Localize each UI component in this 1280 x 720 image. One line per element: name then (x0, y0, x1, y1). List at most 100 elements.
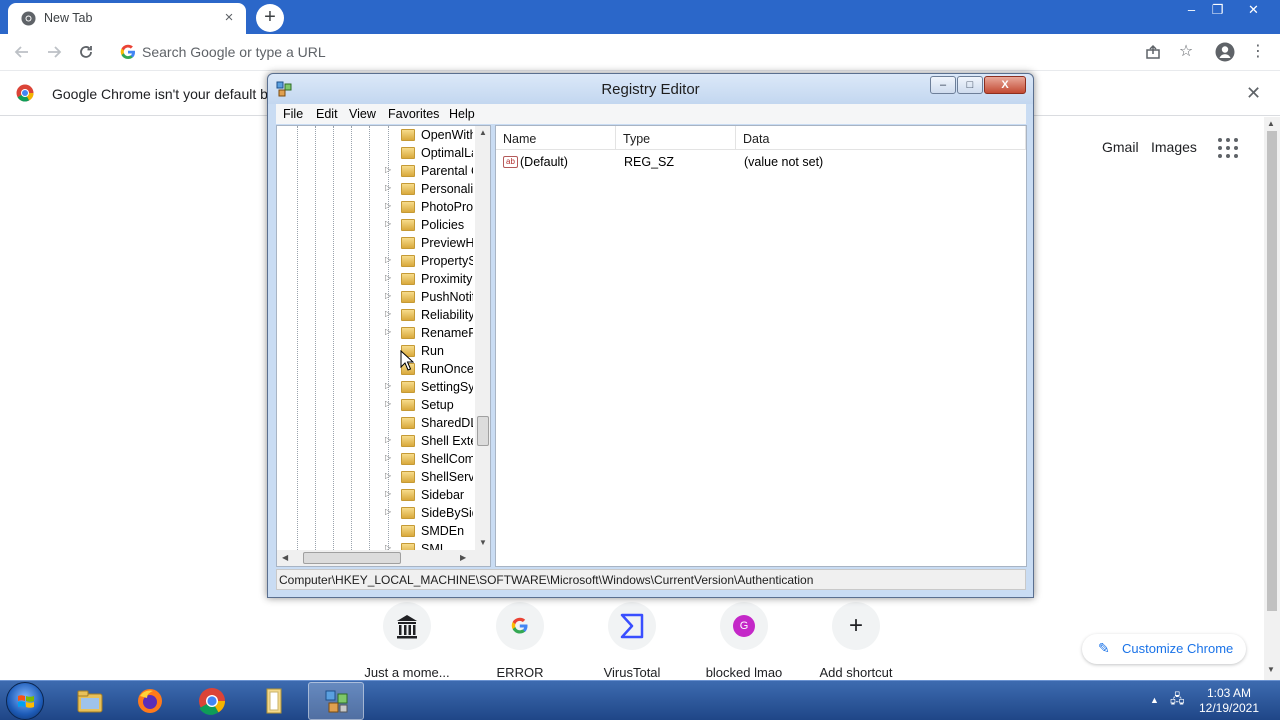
tab-close-icon[interactable]: × (221, 10, 237, 26)
tree-key-row[interactable]: OptimalLa (277, 144, 477, 162)
shortcut-error[interactable]: ERROR (464, 600, 576, 682)
back-button[interactable] (10, 40, 34, 64)
tree-key-row[interactable]: ▷ RenameFi (277, 324, 477, 342)
shortcut-blocked-lmao[interactable]: G blocked lmao (688, 600, 800, 682)
expand-arrow-icon[interactable]: ▷ (385, 183, 391, 192)
expand-arrow-icon[interactable]: ▷ (385, 507, 391, 516)
column-header-data[interactable]: Data (736, 126, 1026, 150)
tree-scroll-right-icon[interactable]: ▶ (460, 553, 466, 562)
omnibox[interactable]: Search Google or type a URL (110, 37, 1178, 67)
taskbar-firefox[interactable] (122, 682, 178, 720)
menu-help[interactable]: Help (449, 107, 475, 121)
page-scrollbar[interactable]: ▲ ▼ (1264, 117, 1280, 680)
reload-button[interactable] (74, 40, 98, 64)
tree-key-row[interactable]: ▷ PhotoProp (277, 198, 477, 216)
expand-arrow-icon[interactable]: ▷ (385, 201, 391, 210)
tree-scroll-left-icon[interactable]: ◀ (282, 553, 288, 562)
menu-favorites[interactable]: Favorites (388, 107, 439, 121)
tree-scroll-down-icon[interactable]: ▼ (479, 538, 487, 547)
expand-arrow-icon[interactable]: ▷ (385, 399, 391, 408)
shortcut-virustotal[interactable]: VirusTotal (576, 600, 688, 682)
chrome-menu-button[interactable]: ⋮ (1248, 42, 1268, 62)
shortcut-add[interactable]: + Add shortcut (800, 600, 912, 682)
tree-key-row[interactable]: ▷ Personaliz (277, 180, 477, 198)
column-header-name[interactable]: Name (496, 126, 616, 150)
page-scrollbar-thumb[interactable] (1267, 131, 1277, 611)
window-maximize-button[interactable]: ❐ (1204, 0, 1231, 20)
tree-key-row[interactable]: ▷ ShellServi (277, 468, 477, 486)
taskbar-registry-editor[interactable] (308, 682, 364, 720)
tree-key-row[interactable]: ▷ SideBySid (277, 504, 477, 522)
forward-button[interactable] (42, 40, 66, 64)
registry-values-list[interactable]: Name Type Data ab (Default) REG_SZ (valu… (495, 125, 1027, 567)
menu-view[interactable]: View (349, 107, 376, 121)
tree-key-row[interactable]: ▷ Reliability (277, 306, 477, 324)
google-apps-icon[interactable] (1218, 138, 1240, 160)
taskbar-file-explorer[interactable] (62, 682, 118, 720)
expand-arrow-icon[interactable]: ▷ (385, 471, 391, 480)
taskbar-folder[interactable] (246, 682, 302, 720)
tree-key-row[interactable]: SMDEn (277, 522, 477, 540)
bookmark-button[interactable]: ☆ (1176, 42, 1196, 62)
window-minimize-button[interactable]: – (1178, 0, 1205, 20)
scroll-up-arrow-icon[interactable]: ▲ (1267, 119, 1275, 128)
menu-file[interactable]: File (283, 107, 303, 121)
expand-arrow-icon[interactable]: ▷ (385, 273, 391, 282)
tab-new-tab[interactable]: New Tab × (8, 3, 246, 34)
tree-key-row[interactable]: OpenWith (277, 126, 477, 144)
tree-key-row[interactable]: ▷ PushNotif (277, 288, 477, 306)
scroll-down-arrow-icon[interactable]: ▼ (1267, 665, 1275, 674)
profile-button[interactable] (1215, 42, 1235, 62)
column-header-type[interactable]: Type (616, 126, 736, 150)
tree-key-row[interactable]: ▷ SettingSyr (277, 378, 477, 396)
tree-vertical-thumb[interactable] (477, 416, 489, 446)
regedit-maximize-button[interactable]: □ (957, 76, 983, 94)
tree-key-row[interactable]: RunOnce (277, 360, 477, 378)
tree-key-row[interactable]: PreviewHa (277, 234, 477, 252)
expand-arrow-icon[interactable]: ▷ (385, 255, 391, 264)
tray-overflow-arrow-icon[interactable]: ▲ (1150, 695, 1159, 705)
shortcut-just-a-moment[interactable]: Just a mome... (351, 600, 463, 682)
tree-horizontal-thumb[interactable] (303, 552, 401, 564)
menu-edit[interactable]: Edit (316, 107, 338, 121)
tree-key-row[interactable]: ▷ Parental C (277, 162, 477, 180)
share-button[interactable] (1143, 42, 1163, 62)
regedit-minimize-button[interactable]: – (930, 76, 956, 94)
taskbar-chrome[interactable] (184, 682, 240, 720)
tree-key-row[interactable]: ▷ PropertyS (277, 252, 477, 270)
expand-arrow-icon[interactable]: ▷ (385, 309, 391, 318)
tree-key-row[interactable]: ▷ Shell Exter (277, 432, 477, 450)
tree-key-row[interactable]: SharedDLI (277, 414, 477, 432)
expand-arrow-icon[interactable]: ▷ (385, 453, 391, 462)
expand-arrow-icon[interactable]: ▷ (385, 291, 391, 300)
customize-chrome-button[interactable]: ✎ Customize Chrome (1082, 634, 1246, 664)
start-button[interactable] (6, 682, 44, 720)
new-tab-button[interactable]: + (256, 4, 284, 32)
network-icon[interactable]: 🖧 (1170, 690, 1185, 712)
regedit-icon (325, 690, 348, 713)
infobar-close-icon[interactable]: ✕ (1246, 83, 1261, 104)
tree-key-row[interactable]: ▷ Proximity (277, 270, 477, 288)
tree-vertical-scrollbar[interactable]: ▲ ▼ (475, 126, 490, 550)
tree-scroll-up-icon[interactable]: ▲ (479, 128, 487, 137)
expand-arrow-icon[interactable]: ▷ (385, 219, 391, 228)
expand-arrow-icon[interactable]: ▷ (385, 435, 391, 444)
tree-horizontal-scrollbar[interactable]: ◀ ▶ (277, 550, 490, 566)
registry-editor-titlebar[interactable]: Registry Editor – □ X (268, 74, 1033, 104)
expand-arrow-icon[interactable]: ▷ (385, 165, 391, 174)
tree-key-row[interactable]: ▷ ShellCom (277, 450, 477, 468)
taskbar-clock[interactable]: 1:03 AM 12/19/2021 (1192, 686, 1266, 716)
window-close-button[interactable]: ✕ (1240, 0, 1267, 20)
expand-arrow-icon[interactable]: ▷ (385, 327, 391, 336)
registry-key-tree[interactable]: OpenWithOptimalLa▷Parental C▷Personaliz▷… (276, 125, 491, 567)
gmail-link[interactable]: Gmail (1102, 139, 1139, 155)
tree-key-row[interactable]: ▷ Sidebar (277, 486, 477, 504)
tree-key-row[interactable]: Run (277, 342, 477, 360)
file-explorer-icon (77, 690, 103, 713)
images-link[interactable]: Images (1151, 139, 1197, 155)
expand-arrow-icon[interactable]: ▷ (385, 489, 391, 498)
tree-key-row[interactable]: ▷ Setup (277, 396, 477, 414)
expand-arrow-icon[interactable]: ▷ (385, 381, 391, 390)
regedit-close-button[interactable]: X (984, 76, 1026, 94)
tree-key-row[interactable]: ▷ Policies (277, 216, 477, 234)
